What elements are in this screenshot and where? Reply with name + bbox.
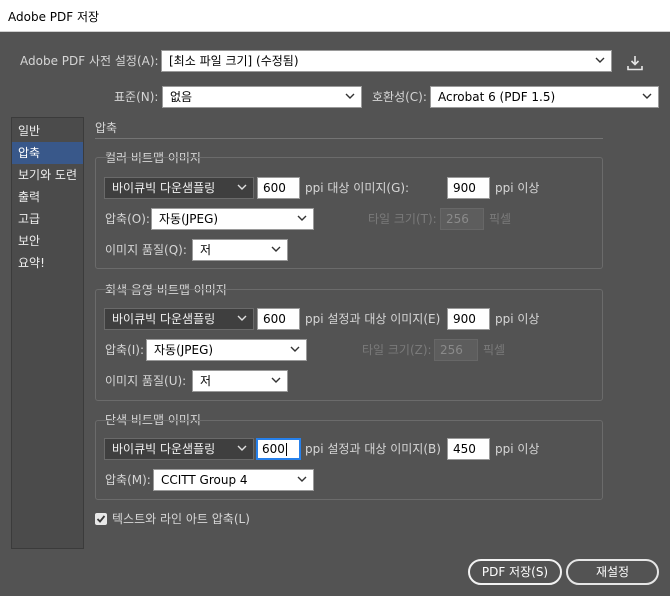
standard-value: 없음 [170, 90, 193, 104]
chevron-down-icon [344, 87, 356, 107]
mono-ppi-value: 600 [262, 442, 285, 456]
preset-label: Adobe PDF 사전 설정(A): [20, 54, 159, 68]
compat-label: 호환성(C): [372, 90, 427, 104]
gray-above-text: ppi 이상 [495, 312, 540, 326]
title-bar: Adobe PDF 저장 [0, 0, 670, 32]
mono-sampling-value: 바이큐빅 다운샘플링 [112, 442, 216, 456]
compat-value: Acrobat 6 (PDF 1.5) [438, 90, 556, 104]
chevron-down-icon [289, 340, 301, 360]
reset-button[interactable]: 재설정 [566, 559, 659, 585]
chevron-down-icon [641, 87, 653, 107]
chevron-down-icon [296, 470, 308, 490]
color-compression-select[interactable]: 자동(JPEG) [151, 208, 314, 230]
gray-ppi-text: ppi 설정과 대상 이미지(E) [305, 312, 441, 326]
sidebar-item-output[interactable]: 출력 [12, 186, 83, 208]
mono-ppi-input[interactable]: 600 [256, 438, 301, 460]
textart-checkbox[interactable] [95, 513, 107, 525]
chevron-down-icon [236, 309, 248, 329]
color-compression-label: 압축(O): [105, 212, 150, 226]
mono-sampling-select[interactable]: 바이큐빅 다운샘플링 [104, 438, 254, 460]
color-quality-label: 이미지 품질(Q): [105, 243, 187, 257]
chevron-down-icon [236, 178, 248, 198]
section-title: 압축 [95, 121, 118, 135]
chevron-down-icon [270, 371, 282, 391]
gray-tile-label: 타일 크기(Z): [362, 343, 432, 357]
mono-above-input[interactable]: 450 [447, 438, 490, 460]
mono-above-text: ppi 이상 [495, 442, 540, 456]
pdf-save-button[interactable]: PDF 저장(S) [468, 559, 562, 585]
sidebar-item-compression[interactable]: 압축 [12, 142, 83, 164]
chevron-down-icon [594, 51, 606, 71]
color-above-input[interactable]: 900 [447, 177, 490, 199]
preset-select[interactable]: [최소 파일 크기] (수정됨) [161, 50, 612, 72]
gray-quality-label: 이미지 품질(U): [105, 374, 187, 388]
sidebar-item-general[interactable]: 일반 [12, 120, 83, 142]
color-sampling-select[interactable]: 바이큐빅 다운샘플링 [104, 177, 254, 199]
section-divider [95, 138, 603, 139]
gray-quality-select[interactable]: 저 [192, 370, 288, 392]
standard-label: 표준(N): [114, 90, 159, 104]
gray-quality-value: 저 [200, 374, 212, 388]
mono-ppi-text: ppi 설정과 대상 이미지(B) [305, 442, 441, 456]
textart-label: 텍스트와 라인 아트 압축(L) [112, 512, 250, 526]
text-caret [285, 443, 287, 456]
compat-select[interactable]: Acrobat 6 (PDF 1.5) [430, 86, 659, 108]
gray-tile-unit: 픽셀 [483, 343, 506, 357]
color-quality-value: 저 [200, 243, 212, 257]
color-compression-value: 자동(JPEG) [159, 212, 219, 226]
color-ppi-text: ppi 대상 이미지(G): [305, 181, 410, 195]
chevron-down-icon [270, 240, 282, 260]
gray-sampling-value: 바이큐빅 다운샘플링 [112, 312, 216, 326]
color-quality-select[interactable]: 저 [192, 239, 288, 261]
color-tile-input[interactable]: 256 [440, 208, 484, 230]
sidebar-item-security[interactable]: 보안 [12, 230, 83, 252]
download-icon[interactable] [626, 54, 644, 72]
gray-ppi-input[interactable]: 600 [257, 308, 300, 330]
mono-compression-select[interactable]: CCITT Group 4 [153, 469, 314, 491]
color-tile-label: 타일 크기(T): [368, 212, 437, 226]
window-title: Adobe PDF 저장 [8, 10, 100, 24]
standard-select[interactable]: 없음 [162, 86, 362, 108]
color-sampling-value: 바이큐빅 다운샘플링 [112, 181, 216, 195]
chevron-down-icon [236, 439, 248, 459]
sidebar-item-summary[interactable]: 요약! [12, 252, 83, 274]
gray-compression-value: 자동(JPEG) [154, 343, 214, 357]
gray-compression-label: 압축(I): [105, 343, 145, 357]
color-tile-unit: 픽셀 [489, 212, 512, 226]
mono-compression-value: CCITT Group 4 [161, 473, 248, 487]
gray-tile-input[interactable]: 256 [434, 339, 478, 361]
mono-compression-label: 압축(M): [105, 473, 151, 487]
preset-value: [최소 파일 크기] (수정됨) [169, 54, 299, 68]
sidebar-item-advanced[interactable]: 고급 [12, 208, 83, 230]
color-ppi-input[interactable]: 600 [257, 177, 300, 199]
color-above-text: ppi 이상 [495, 181, 540, 195]
gray-compression-select[interactable]: 자동(JPEG) [146, 339, 307, 361]
sidebar-item-marks-bleeds[interactable]: 보기와 도련 [12, 164, 83, 186]
chevron-down-icon [296, 209, 308, 229]
check-icon [96, 515, 106, 523]
gray-sampling-select[interactable]: 바이큐빅 다운샘플링 [104, 308, 254, 330]
sidebar: 일반 압축 보기와 도련 출력 고급 보안 요약! [11, 117, 84, 549]
gray-above-input[interactable]: 900 [447, 308, 490, 330]
